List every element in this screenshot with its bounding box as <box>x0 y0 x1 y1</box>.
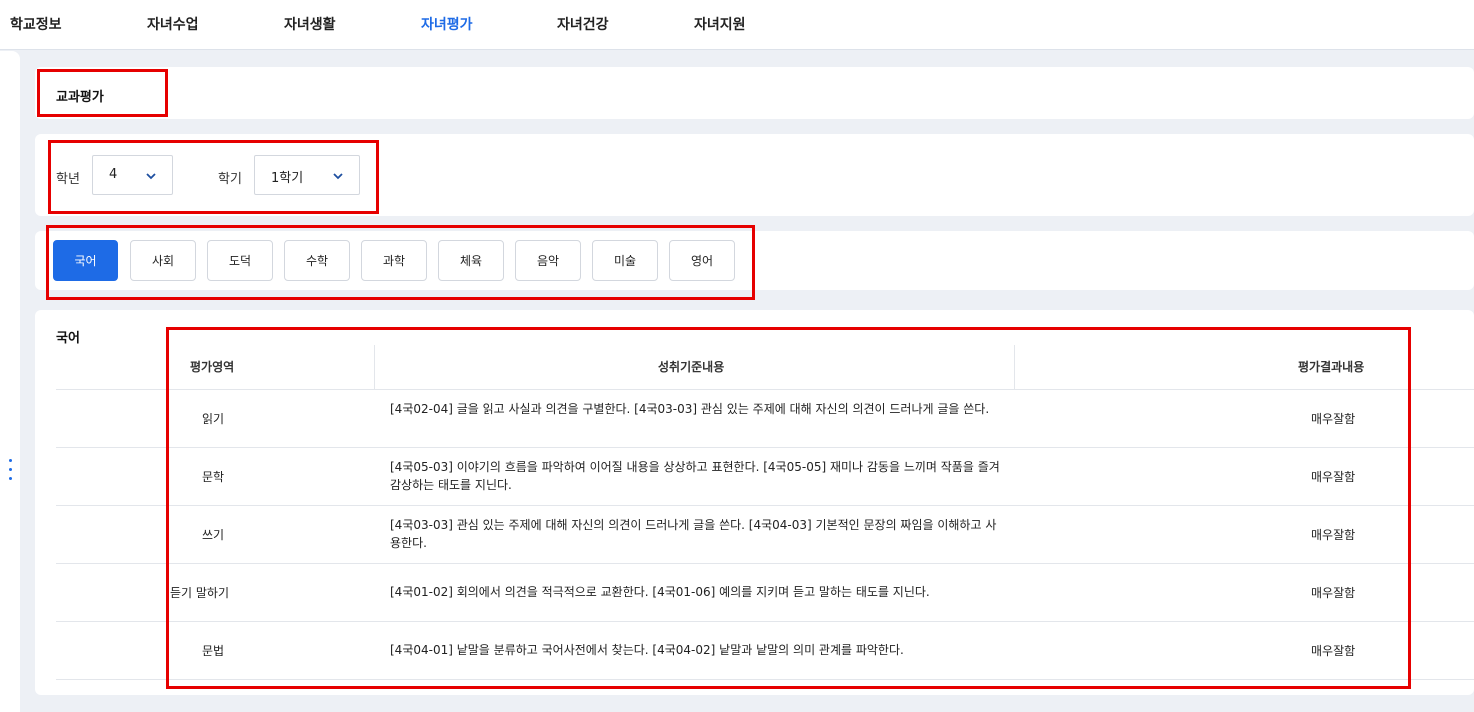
title-card <box>35 67 1474 119</box>
left-rail <box>0 51 20 712</box>
nav-child-support[interactable]: 자녀지원 <box>694 14 746 34</box>
highlight-box-filters <box>48 140 379 214</box>
highlight-box-table <box>166 327 1411 689</box>
nav-child-evaluation[interactable]: 자녀평가 <box>421 14 473 34</box>
highlight-box-title <box>37 69 168 117</box>
section-title: 국어 <box>56 331 80 346</box>
more-vertical-icon[interactable] <box>9 459 13 485</box>
nav-school-info[interactable]: 학교정보 <box>10 14 62 34</box>
highlight-box-subjects <box>46 225 755 300</box>
top-nav: 학교정보 자녀수업 자녀생활 자녀평가 자녀건강 자녀지원 <box>0 0 1474 50</box>
nav-child-health[interactable]: 자녀건강 <box>557 14 609 34</box>
nav-child-class[interactable]: 자녀수업 <box>147 14 199 34</box>
nav-child-life[interactable]: 자녀생활 <box>284 14 336 34</box>
